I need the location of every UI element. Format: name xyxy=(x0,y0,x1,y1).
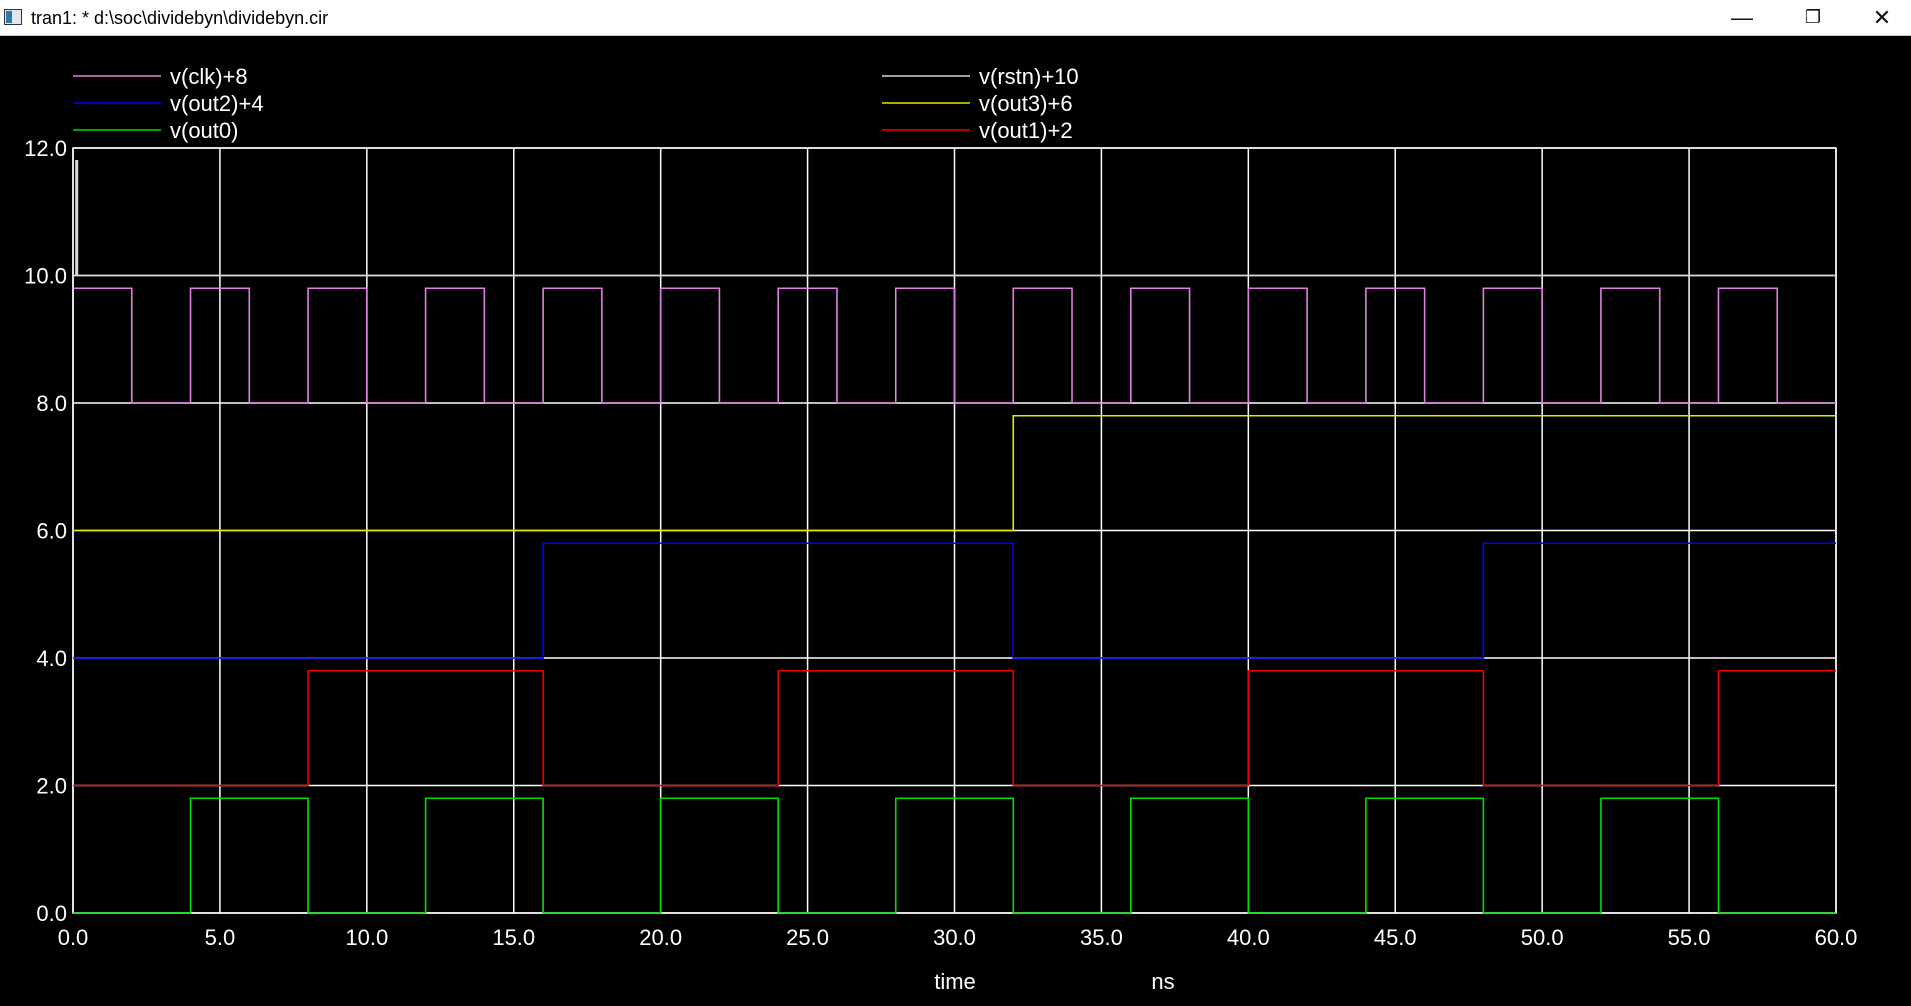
y-tick-label: 0.0 xyxy=(36,901,67,926)
x-axis-label: time xyxy=(934,969,976,994)
y-tick-label: 10.0 xyxy=(24,264,67,289)
x-tick-label: 55.0 xyxy=(1668,925,1711,950)
y-tick-label: 12.0 xyxy=(24,136,67,161)
legend-label: v(rstn)+10 xyxy=(979,64,1079,89)
waveform-plot: 0.0 5.0 10.0 15.0 20.0 25.0 30.0 35.0 40.0 45.0 50… xyxy=(24,64,1858,994)
legend-label: v(clk)+8 xyxy=(170,64,248,89)
x-tick-label: 15.0 xyxy=(492,925,535,950)
minimize-icon[interactable]: — xyxy=(1713,0,1771,35)
x-tick-label: 25.0 xyxy=(786,925,829,950)
x-axis-unit: ns xyxy=(1151,969,1174,994)
y-tick-label: 8.0 xyxy=(36,391,67,416)
title-bar: tran1: * d:\soc\dividebyn\dividebyn.cir … xyxy=(0,0,1911,36)
x-tick-label: 60.0 xyxy=(1815,925,1858,950)
close-icon[interactable]: ✕ xyxy=(1853,0,1911,35)
series-line-0 xyxy=(73,287,1836,404)
y-tick-label: 6.0 xyxy=(36,519,67,544)
legend: v(clk)+8v(out2)+4v(out0) v(rstn)+10v(out3… xyxy=(73,64,1079,143)
x-tick-label: 35.0 xyxy=(1080,925,1123,950)
window-title: tran1: * d:\soc\dividebyn\dividebyn.cir xyxy=(31,8,329,28)
legend-label: v(out2)+4 xyxy=(170,91,264,116)
restore-icon[interactable]: ❐ xyxy=(1784,0,1842,35)
x-tick-label: 20.0 xyxy=(639,925,682,950)
y-tick-label: 4.0 xyxy=(36,646,67,671)
legend-label: v(out3)+6 xyxy=(979,91,1073,116)
x-tick-label: 5.0 xyxy=(205,925,236,950)
x-tick-label: 50.0 xyxy=(1521,925,1564,950)
x-tick-label: 45.0 xyxy=(1374,925,1417,950)
legend-label: v(out1)+2 xyxy=(979,118,1073,143)
x-tick-label: 0.0 xyxy=(58,925,89,950)
x-tick-label: 30.0 xyxy=(933,925,976,950)
x-tick-label: 40.0 xyxy=(1227,925,1270,950)
y-tick-label: 2.0 xyxy=(36,774,67,799)
legend-label: v(out0) xyxy=(170,118,238,143)
app-icon xyxy=(4,9,22,25)
x-tick-label: 10.0 xyxy=(345,925,388,950)
